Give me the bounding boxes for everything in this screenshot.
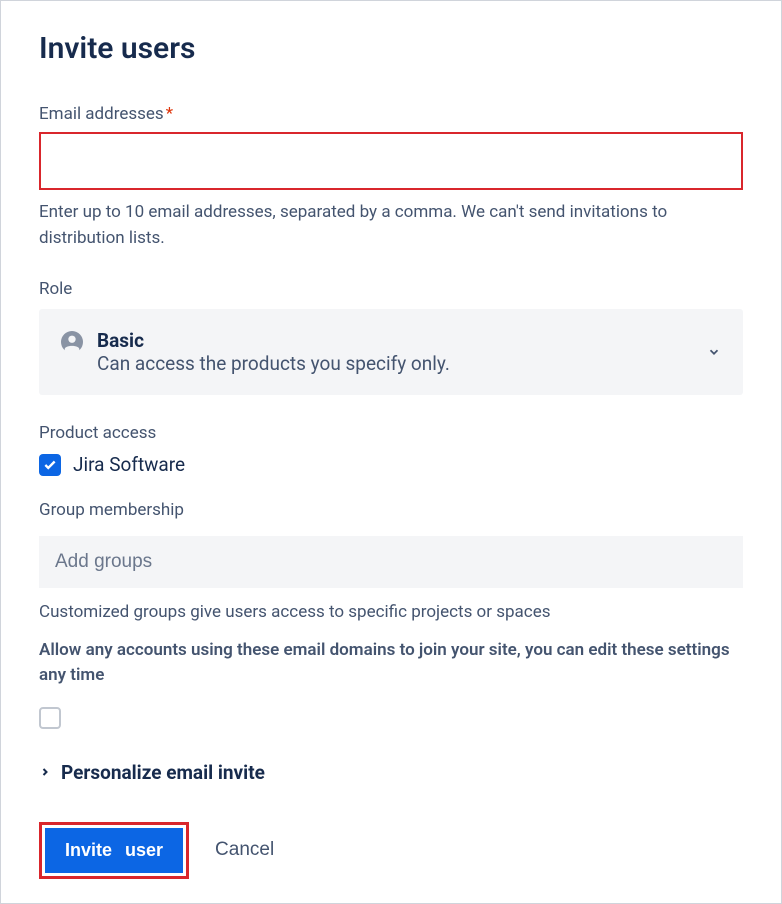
email-input[interactable] [39,132,743,190]
email-label-text: Email addresses [39,104,164,124]
product-label: Jira Software [73,453,185,476]
role-title: Basic [97,329,450,352]
invite-button-highlight: Invite user [39,822,189,879]
personalize-label: Personalize email invite [61,761,265,784]
page-title: Invite users [39,31,743,66]
invite-user-button[interactable]: Invite user [45,828,183,873]
jira-software-checkbox[interactable] [39,454,61,476]
allow-domains-checkbox[interactable] [39,707,61,729]
chevron-down-icon [707,345,721,359]
group-membership-helper: Customized groups give users access to s… [39,600,743,626]
group-membership-input[interactable] [39,536,743,588]
checkmark-icon [43,458,57,472]
role-select[interactable]: Basic Can access the products you specif… [39,309,743,395]
personalize-email-toggle[interactable]: Personalize email invite [39,761,743,784]
required-marker: * [166,104,173,124]
group-membership-label: Group membership [39,500,743,520]
role-label: Role [39,279,743,299]
allow-domains-text: Allow any accounts using these email dom… [39,638,743,689]
product-access-item: Jira Software [39,453,743,476]
email-label: Email addresses* [39,104,743,124]
email-helper-text: Enter up to 10 email addresses, separate… [39,200,743,251]
cancel-button[interactable]: Cancel [215,839,274,861]
person-icon [61,331,83,353]
role-description: Can access the products you specify only… [97,352,450,375]
product-access-label: Product access [39,423,743,443]
chevron-right-icon [39,766,51,778]
